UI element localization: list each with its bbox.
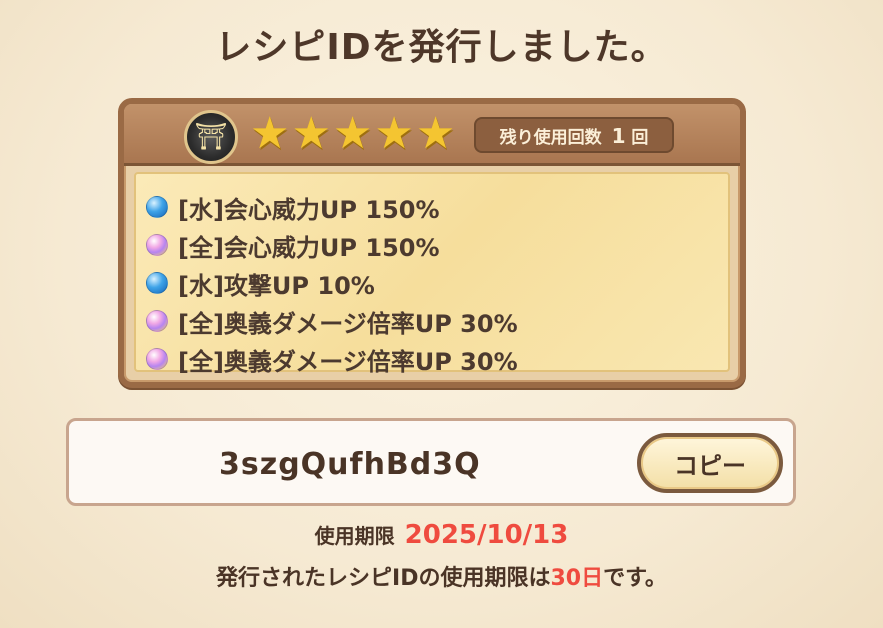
skill-text: [全]奥義ダメージ倍率UP 30% [178,347,518,376]
skill-item: [全]奥義ダメージ倍率UP 30% [146,340,518,378]
remaining-uses-count: 1 [611,123,626,148]
skill-item: [全]奥義ダメージ倍率UP 30% [146,302,518,340]
star-icon: ★ [291,108,331,159]
water-orb-icon [146,196,168,218]
recipe-card-header: ⛩ ★ ★ ★ ★ ★ 残り使用回数 1 回 [124,104,740,166]
note-prefix: 発行されたレシピIDの使用期限は [216,566,551,591]
recipe-card-body: [水]会心威力UP 150% [全]会心威力UP 150% [水]攻撃UP 10… [134,172,730,376]
star-icon: ★ [332,108,373,159]
recipe-card: ⛩ ★ ★ ★ ★ ★ 残り使用回数 1 回 [水]会心威力UP 150% [全… [118,98,746,388]
skill-item: [全]会心威力UP 150% [146,226,518,264]
expiry-date: 2025/10/13 [404,520,569,550]
expiry-label: 使用期限 [314,524,395,548]
skill-text: [水]会心威力UP 150% [178,195,440,224]
remaining-uses-badge: 残り使用回数 1 回 [474,117,674,153]
rainbow-orb-icon [146,234,168,256]
skill-text: [水]攻撃UP 10% [178,271,375,300]
skill-list: [水]会心威力UP 150% [全]会心威力UP 150% [水]攻撃UP 10… [146,188,518,378]
skill-text: [全]会心威力UP 150% [178,233,440,262]
rainbow-orb-icon [146,348,168,370]
note-suffix: です。 [603,566,667,591]
skill-item: [水]攻撃UP 10% [146,264,518,302]
copy-button[interactable]: コピー [637,433,783,493]
expiry-note: 発行されたレシピIDの使用期限は30日です。 [0,560,883,592]
rainbow-orb-icon [146,310,168,332]
samurai-helmet-icon: ⛩ [184,110,238,164]
recipe-id-text: 3szgQufhBd3Q [219,447,481,482]
recipe-id-box: 3szgQufhBd3Q コピー [66,418,796,506]
skill-item: [水]会心威力UP 150% [146,188,518,226]
water-orb-icon [146,272,168,294]
star-icon: ★ [250,108,290,159]
star-icon: ★ [374,108,414,159]
star-icon: ★ [415,108,456,159]
remaining-uses-unit: 回 [631,127,649,148]
note-days: 30日 [550,566,604,591]
page-title: レシピIDを発行しました。 [215,27,668,68]
rarity-stars: ★ ★ ★ ★ ★ [250,112,455,156]
expiry-line: 使用期限 2025/10/13 [0,520,883,550]
skill-text: [全]奥義ダメージ倍率UP 30% [178,309,518,338]
remaining-uses-label: 残り使用回数 [499,127,602,148]
